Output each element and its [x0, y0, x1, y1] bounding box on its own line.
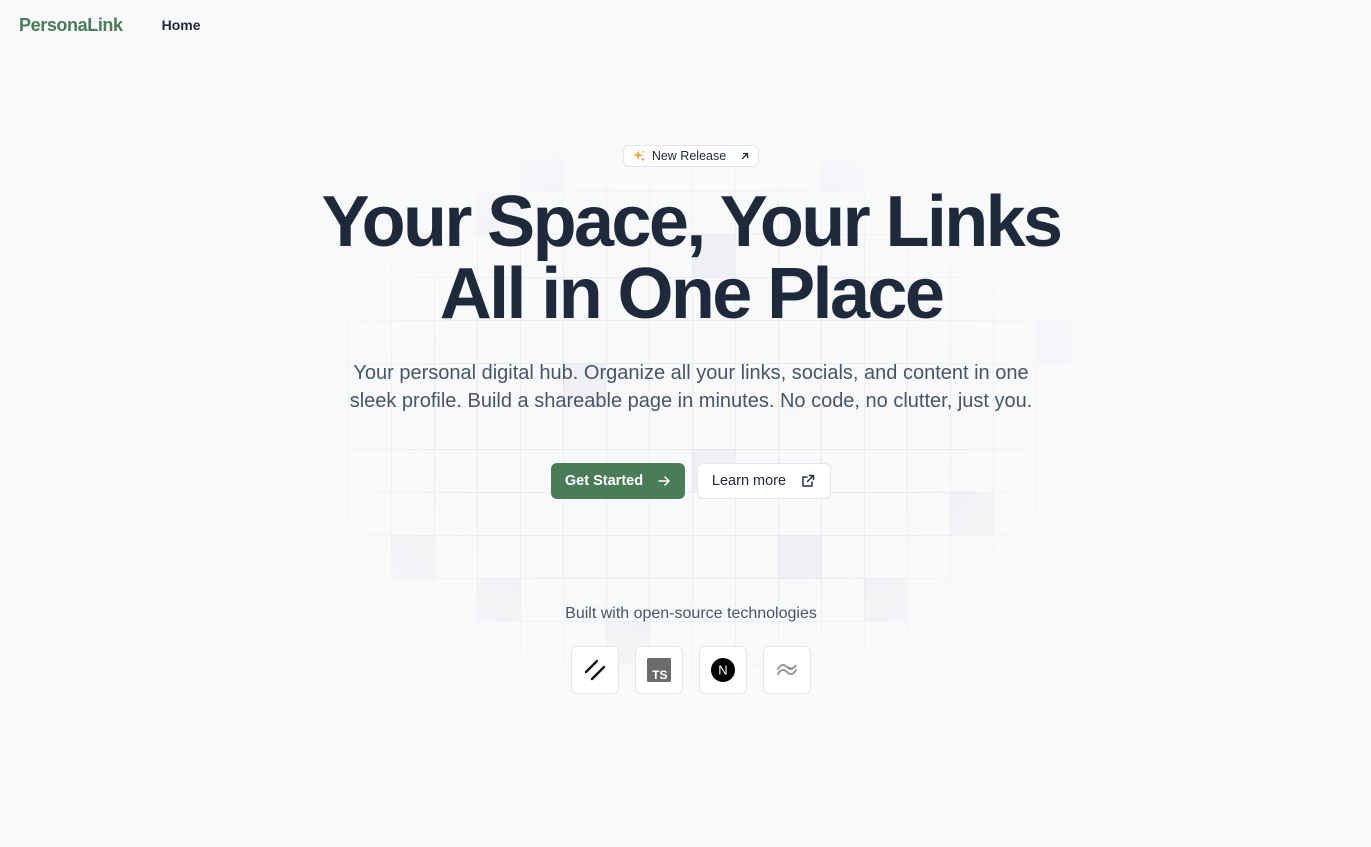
hero-subtitle: Your personal digital hub. Organize all … — [0, 359, 1371, 415]
badge-label: New Release — [651, 149, 727, 163]
grid-cell — [391, 535, 434, 578]
get-started-label: Get Started — [564, 473, 644, 489]
navbar: PersonaLink Home — [0, 0, 1371, 50]
hero-title-line1: Your Space, Your Links — [321, 182, 1063, 262]
arrow-up-right-icon — [742, 152, 749, 160]
get-started-button[interactable]: Get Started — [551, 463, 685, 499]
typescript-icon: TS — [647, 658, 671, 682]
tech-logos: TS N — [571, 646, 811, 694]
learn-more-button[interactable]: Learn more — [697, 463, 831, 499]
logo[interactable]: PersonaLink — [19, 15, 123, 36]
shadcn-icon — [584, 659, 606, 681]
grid-cell — [778, 535, 821, 578]
tech-tile-typescript[interactable]: TS — [635, 646, 683, 694]
learn-more-label: Learn more — [711, 473, 787, 489]
tech-tile-shadcn[interactable] — [571, 646, 619, 694]
hero-subtitle-line1: Your personal digital hub. Organize all … — [353, 362, 1029, 384]
typescript-label: TS — [652, 668, 667, 682]
tailwind-icon — [777, 663, 797, 676]
tech-label: Built with open-source technologies — [565, 605, 817, 622]
nextjs-label: N — [718, 663, 727, 678]
hero-title: Your Space, Your Links All in One Place — [0, 186, 1371, 330]
nextjs-icon: N — [711, 658, 735, 682]
tech-tile-tailwind[interactable] — [763, 646, 811, 694]
arrow-right-icon — [658, 476, 670, 486]
hero-title-line2: All in One Place — [439, 254, 945, 334]
nav-link-home[interactable]: Home — [162, 17, 201, 33]
external-link-icon — [802, 474, 815, 487]
new-release-badge[interactable]: New Release — [623, 145, 759, 167]
grid-cell — [950, 492, 993, 535]
tech-tile-nextjs[interactable]: N — [699, 646, 747, 694]
sparkles-icon — [632, 149, 645, 162]
hero-subtitle-line2: sleek profile. Build a shareable page in… — [349, 390, 1033, 412]
